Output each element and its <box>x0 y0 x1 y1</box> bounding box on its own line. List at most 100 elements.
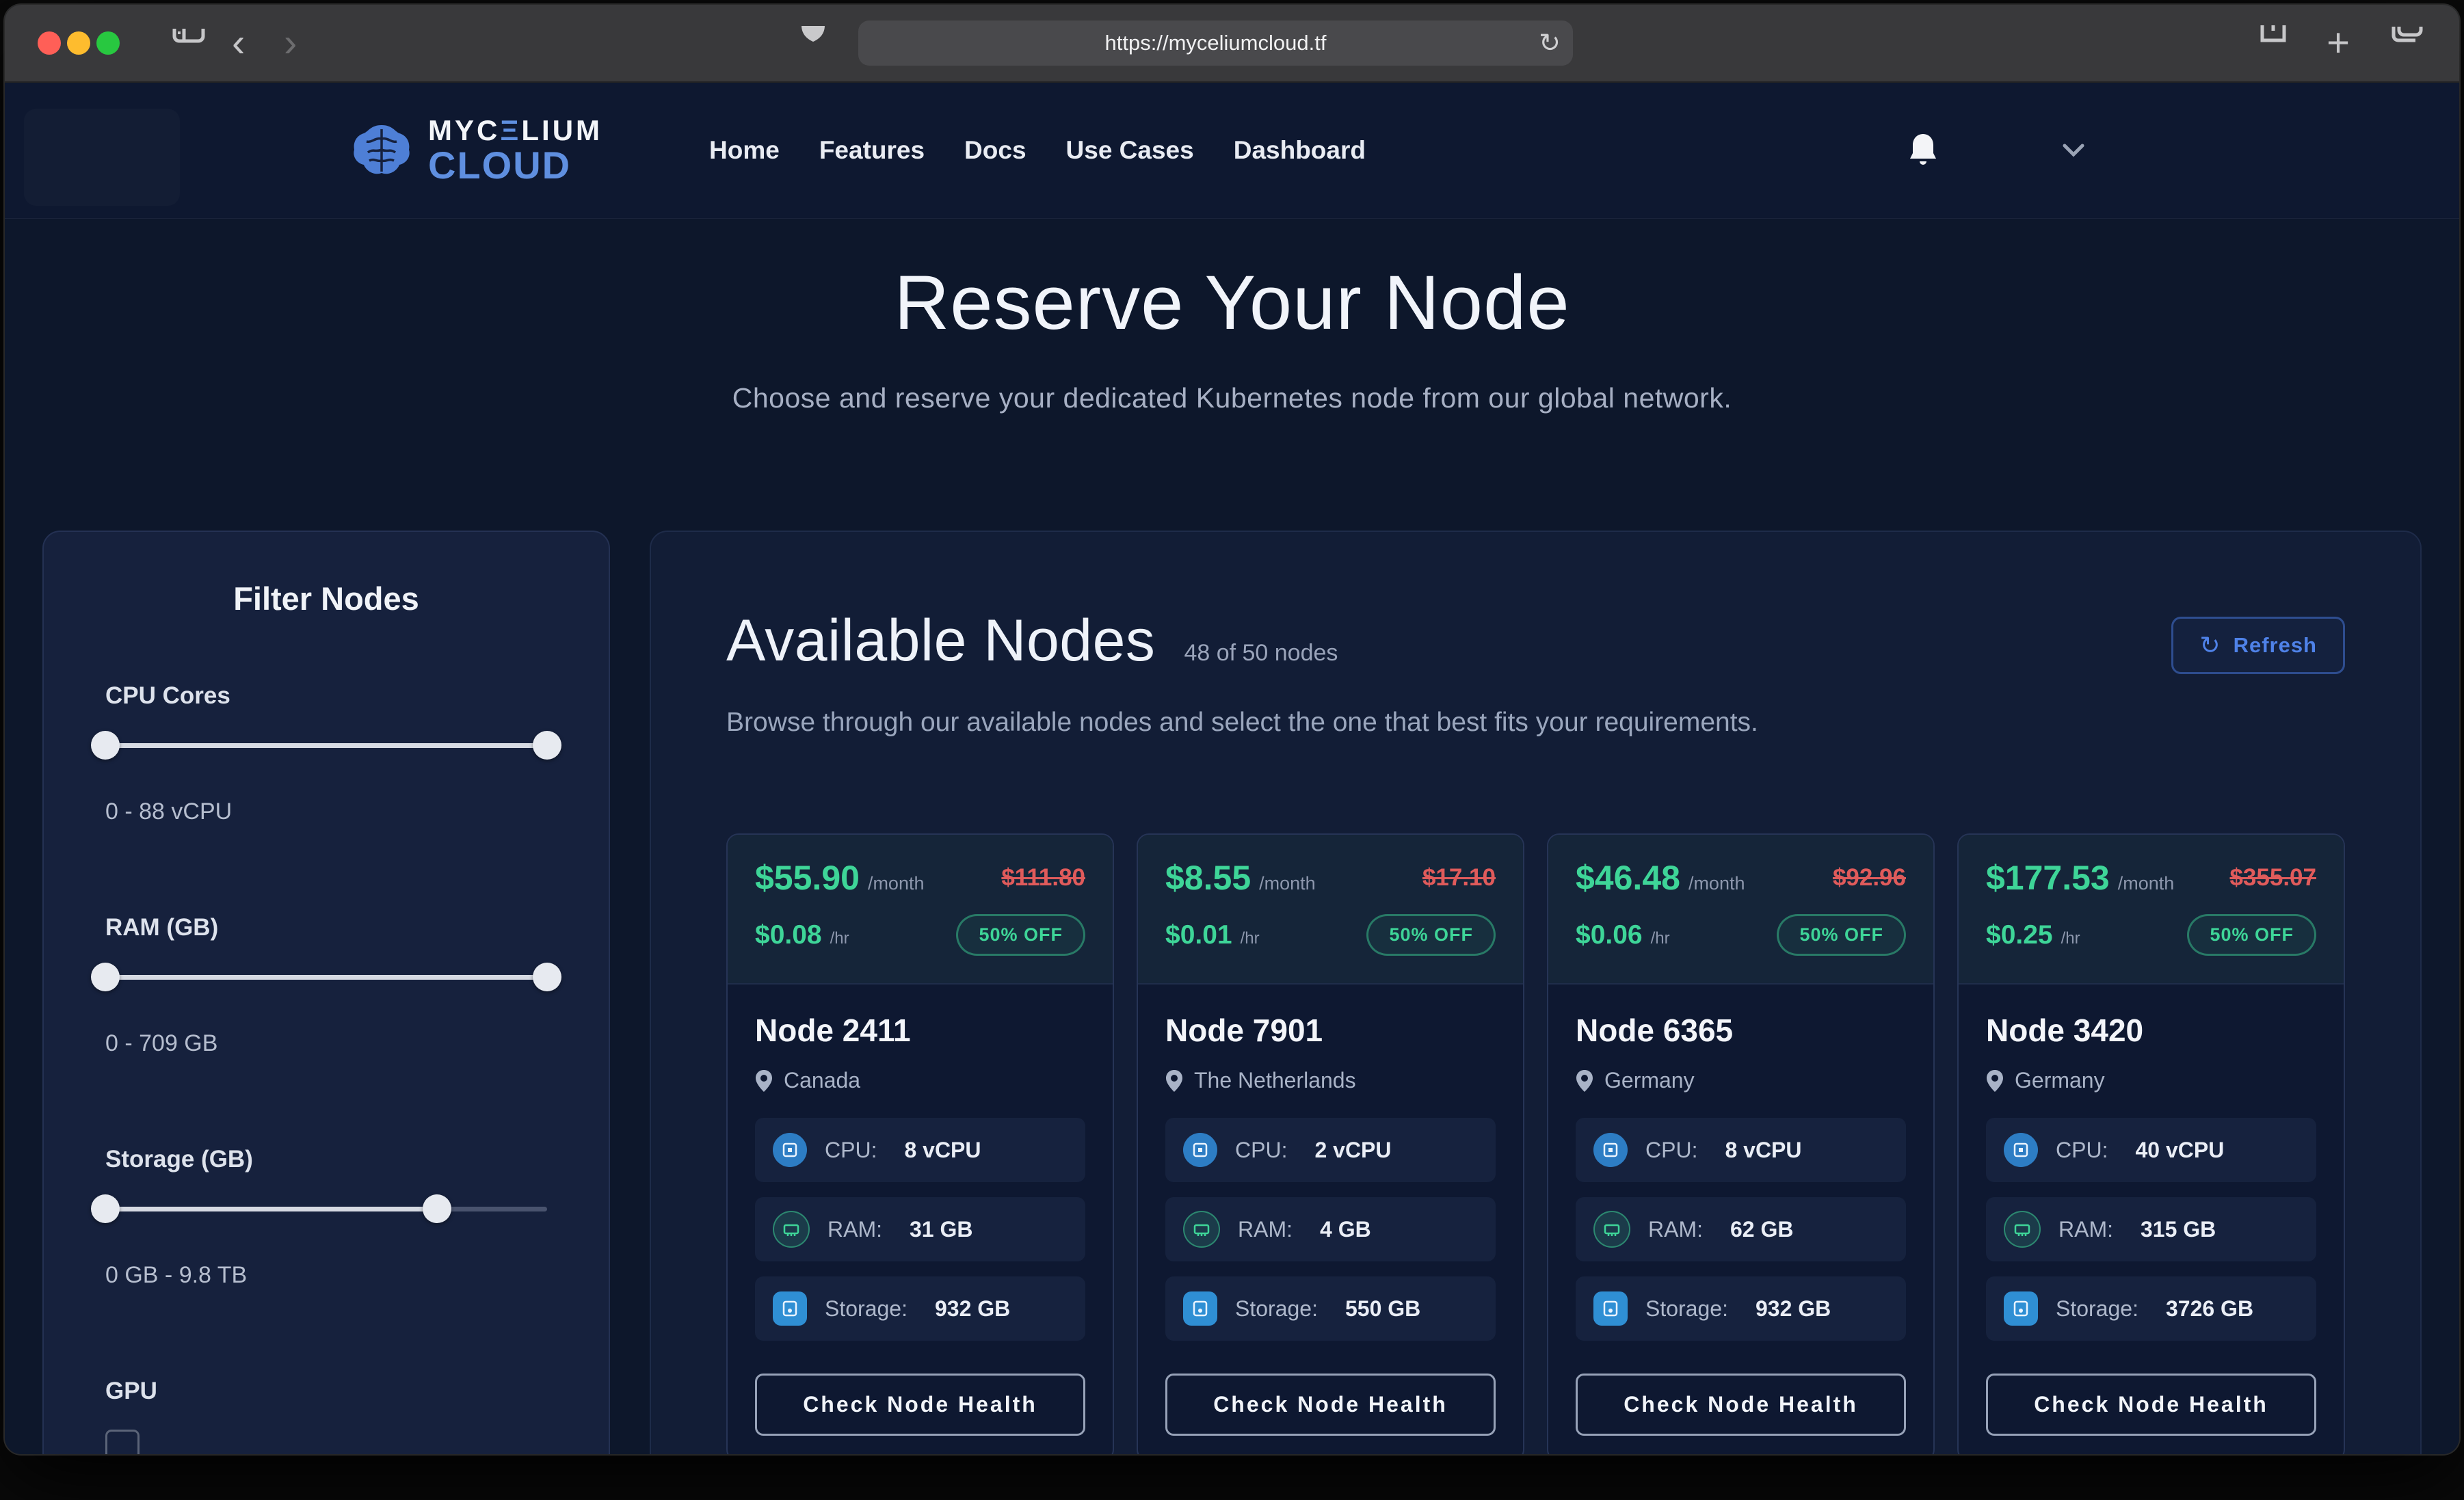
header-ghost-block <box>24 109 180 206</box>
monthly-unit: /month <box>1688 873 1745 894</box>
storage-spec-label: Storage: <box>2056 1296 2138 1322</box>
node-card-grid: $55.90/month $111.80 $0.08/hr 50% OFF No… <box>726 833 2345 1454</box>
nav-item-home[interactable]: Home <box>709 136 780 165</box>
hourly-price: $0.01/hr <box>1165 920 1366 950</box>
ram-spec-row: RAM: 315 GB <box>1986 1197 2316 1261</box>
brand-logo[interactable]: MYCΞLIUM CLOUD <box>350 116 602 185</box>
new-tab-icon[interactable]: + <box>2327 23 2350 63</box>
node-name: Node 7901 <box>1165 1012 1496 1049</box>
ram-spec-value: 31 GB <box>910 1217 972 1242</box>
ram-memory-icon <box>1593 1211 1630 1248</box>
storage-spec-value: 550 GB <box>1345 1296 1420 1322</box>
panel-header: Available Nodes 48 of 50 nodes ↻ Refresh <box>726 607 2345 675</box>
node-card: $8.55/month $17.10 $0.01/hr 50% OFF Node… <box>1137 833 1524 1454</box>
node-card-body: Node 2411 Canada CPU: 8 vCPU <box>728 985 1113 1454</box>
location-pin-icon <box>1576 1069 1593 1093</box>
storage-slider-min-handle[interactable] <box>91 1194 120 1223</box>
panel-subtitle: Browse through our available nodes and s… <box>726 708 2345 738</box>
check-node-health-button[interactable]: Check Node Health <box>1576 1374 1906 1436</box>
storage-spec-row: Storage: 932 GB <box>755 1276 1085 1341</box>
ram-range-text: 0 - 709 GB <box>105 1030 547 1057</box>
refresh-button[interactable]: ↻ Refresh <box>2171 617 2345 674</box>
cpu-range-slider[interactable] <box>105 730 547 760</box>
share-icon[interactable] <box>2260 25 2287 61</box>
cpu-slider-max-handle[interactable] <box>533 731 561 760</box>
ram-memory-icon <box>773 1211 810 1248</box>
ram-spec-row: RAM: 31 GB <box>755 1197 1085 1261</box>
price-header: $8.55/month $17.10 $0.01/hr 50% OFF <box>1138 835 1523 985</box>
cpu-slider-min-handle[interactable] <box>91 731 120 760</box>
ram-memory-icon <box>2004 1211 2041 1248</box>
ram-spec-value: 4 GB <box>1320 1217 1371 1242</box>
ram-range-slider[interactable] <box>105 962 547 992</box>
nav-item-use-cases[interactable]: Use Cases <box>1066 136 1194 165</box>
storage-spec-row: Storage: 550 GB <box>1165 1276 1496 1341</box>
ram-filter-label: RAM (GB) <box>105 914 547 941</box>
price-header: $55.90/month $111.80 $0.08/hr 50% OFF <box>728 835 1113 985</box>
node-card-body: Node 7901 The Netherlands CPU: 2 vCPU <box>1138 985 1523 1454</box>
ram-spec-row: RAM: 4 GB <box>1165 1197 1496 1261</box>
nav-item-docs[interactable]: Docs <box>964 136 1026 165</box>
price-header: $177.53/month $355.07 $0.25/hr 50% OFF <box>1959 835 2344 985</box>
page-title: Reserve Your Node <box>5 258 2459 347</box>
node-card-body: Node 6365 Germany CPU: 8 vCPU <box>1548 985 1933 1454</box>
ram-slider-min-handle[interactable] <box>91 963 120 991</box>
minimize-window-button[interactable] <box>67 31 90 55</box>
storage-slider-max-handle[interactable] <box>423 1194 451 1223</box>
sidebar-toggle-icon[interactable] <box>172 29 205 57</box>
cpu-chip-icon <box>773 1133 807 1167</box>
ram-spec-label: RAM: <box>1238 1217 1293 1242</box>
privacy-shield-icon[interactable] <box>799 26 827 60</box>
nav-item-features[interactable]: Features <box>819 136 925 165</box>
tab-overview-icon[interactable] <box>2391 27 2424 59</box>
reload-icon[interactable]: ↻ <box>1539 28 1561 59</box>
storage-drive-icon <box>2004 1291 2038 1326</box>
check-node-health-button[interactable]: Check Node Health <box>1986 1374 2316 1436</box>
site-header: MYCΞLIUM CLOUD Home Features Docs Use Ca… <box>5 83 2459 219</box>
monthly-unit: /month <box>868 873 925 894</box>
browser-window: ‹ › https://myceliumcloud.tf ↻ + <box>5 5 2459 1454</box>
slider-fill <box>105 743 547 748</box>
cpu-spec-label: CPU: <box>2056 1138 2108 1163</box>
storage-drive-icon <box>773 1291 807 1326</box>
monthly-unit: /month <box>1259 873 1316 894</box>
discount-badge: 50% OFF <box>2187 914 2316 956</box>
location-pin-icon <box>755 1069 773 1093</box>
price-header: $46.48/month $92.96 $0.06/hr 50% OFF <box>1548 835 1933 985</box>
account-chevron-down-icon[interactable] <box>2062 143 2085 158</box>
location-text: Germany <box>1604 1068 1695 1093</box>
forward-button[interactable]: › <box>284 23 297 63</box>
cpu-chip-icon <box>1183 1133 1217 1167</box>
brand-brain-icon <box>350 122 413 178</box>
nav-item-dashboard[interactable]: Dashboard <box>1234 136 1366 165</box>
check-node-health-button[interactable]: Check Node Health <box>755 1374 1085 1436</box>
node-card: $55.90/month $111.80 $0.08/hr 50% OFF No… <box>726 833 1114 1454</box>
filter-title: Filter Nodes <box>105 580 547 617</box>
cpu-spec-value: 8 vCPU <box>1725 1138 1801 1163</box>
node-location: The Netherlands <box>1165 1068 1496 1093</box>
gpu-checkbox[interactable] <box>105 1430 140 1454</box>
panel-title: Available Nodes <box>726 607 1155 675</box>
back-button[interactable]: ‹ <box>232 23 245 63</box>
notifications-bell-icon[interactable] <box>1907 133 1939 168</box>
location-pin-icon <box>1986 1069 2004 1093</box>
storage-drive-icon <box>1593 1291 1628 1326</box>
node-name: Node 2411 <box>755 1012 1085 1049</box>
check-node-health-button[interactable]: Check Node Health <box>1165 1374 1496 1436</box>
zoom-window-button[interactable] <box>96 31 120 55</box>
original-price: $355.07 <box>2229 864 2316 892</box>
monthly-price: $177.53/month <box>1986 858 2187 898</box>
cpu-chip-icon <box>2004 1133 2038 1167</box>
storage-range-slider[interactable] <box>105 1194 547 1224</box>
original-price: $92.96 <box>1833 864 1906 892</box>
address-bar[interactable]: https://myceliumcloud.tf ↻ <box>858 21 1573 66</box>
location-text: Germany <box>2015 1068 2105 1093</box>
monthly-price: $46.48/month <box>1576 858 1777 898</box>
storage-drive-icon <box>1183 1291 1217 1326</box>
close-window-button[interactable] <box>38 31 61 55</box>
gpu-filter-label: GPU <box>105 1378 547 1405</box>
ram-slider-max-handle[interactable] <box>533 963 561 991</box>
storage-spec-value: 932 GB <box>935 1296 1010 1322</box>
cpu-spec-label: CPU: <box>1645 1138 1697 1163</box>
ram-spec-label: RAM: <box>2058 1217 2113 1242</box>
